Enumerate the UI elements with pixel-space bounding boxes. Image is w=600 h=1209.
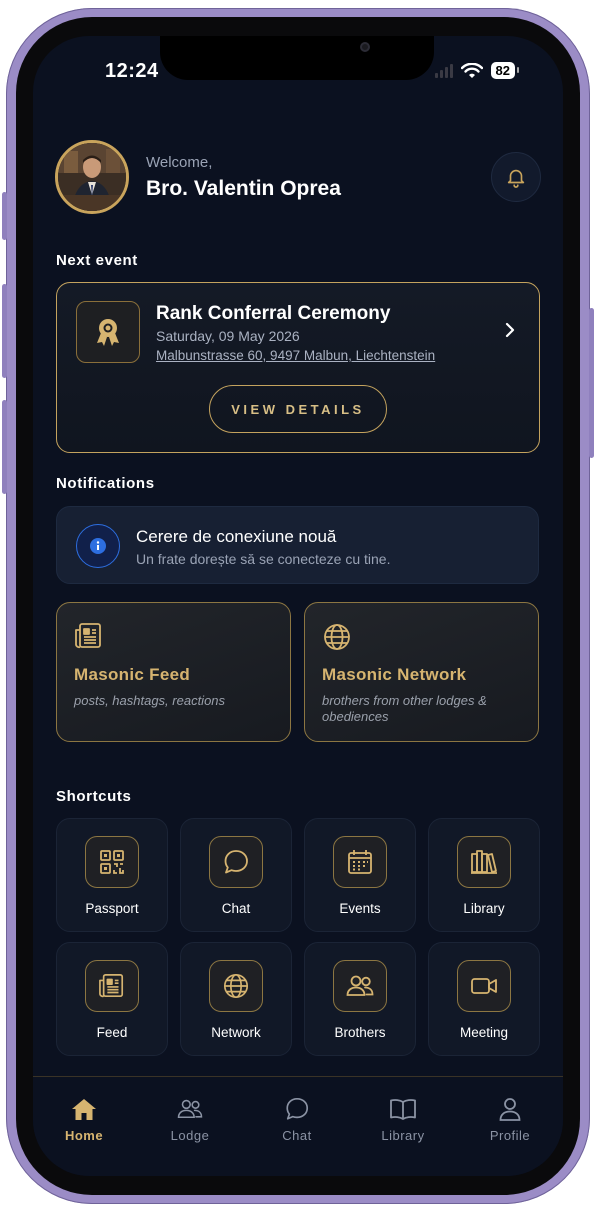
tab-lodge[interactable]: Lodge [145,1095,235,1143]
shortcut-label: Chat [221,901,251,916]
shortcut-brothers[interactable]: Brothers [304,942,416,1056]
shortcut-label: Meeting [459,1025,509,1040]
feature-subtitle: posts, hashtags, reactions [74,693,226,708]
notifications-title: Notifications [56,475,155,492]
shortcut-feed[interactable]: Feed [56,942,168,1056]
tab-label: Lodge [170,1128,210,1143]
feature-subtitle: brothers from other lodges & obediences [322,693,487,724]
chat-bubble-icon [252,1095,342,1123]
power-button [589,308,594,458]
shortcut-label: Library [463,901,505,916]
info-icon [76,524,120,568]
bottom-tab-bar: Home Lodge Chat Library Profile [33,1076,563,1176]
app-screen: 12:24 82 Welcome, Bro. Valentin Oprea Ne… [33,36,563,1176]
welcome-header: Welcome, Bro. Valentin Oprea [55,140,541,214]
chevron-right-icon[interactable] [503,321,517,344]
qr-code-icon [85,836,139,888]
tab-label: Library [381,1128,425,1143]
calendar-icon [333,836,387,888]
event-date: Saturday, 09 May 2026 [156,328,300,344]
video-camera-icon [457,960,511,1012]
feature-title: Masonic Feed [74,665,191,684]
camera-lens [360,42,370,52]
shortcut-label: Network [211,1025,261,1040]
next-event-title: Next event [56,252,138,269]
next-event-card[interactable]: Rank Conferral Ceremony Saturday, 09 May… [56,282,540,453]
award-ribbon-icon [97,319,119,346]
notification-item[interactable]: Cerere de conexiune nouă Un frate doreșt… [56,506,539,584]
person-icon [465,1095,555,1123]
tab-library[interactable]: Library [358,1095,448,1143]
shortcut-label: Feed [96,1025,128,1040]
shortcut-meeting[interactable]: Meeting [428,942,540,1056]
notification-text: Un frate dorește să se conecteze cu tine… [136,551,391,567]
shortcut-network[interactable]: Network [180,942,292,1056]
masonic-network-card[interactable]: Masonic Network brothers from other lodg… [304,602,539,742]
globe-icon [209,960,263,1012]
newspaper-icon [74,622,104,655]
home-icon [39,1095,129,1123]
tab-label: Profile [489,1128,531,1143]
globe-icon [322,622,352,657]
masonic-feed-card[interactable]: Masonic Feed posts, hashtags, reactions [56,602,291,742]
action-button [2,192,7,240]
shortcut-label: Brothers [334,1025,386,1040]
volume-down-button [2,400,7,494]
shortcut-chat[interactable]: Chat [180,818,292,932]
welcome-text: Welcome, [146,154,213,171]
dynamic-island [160,36,434,80]
shortcut-passport[interactable]: Passport [56,818,168,932]
avatar-photo [58,143,126,211]
volume-up-button [2,284,7,378]
tab-home[interactable]: Home [39,1095,129,1143]
status-icons: 82 [434,62,520,79]
shortcuts-title: Shortcuts [56,788,132,805]
battery-indicator: 82 [490,62,520,79]
books-icon [457,836,511,888]
shortcut-label: Passport [85,901,139,916]
avatar[interactable] [55,140,129,214]
notification-title: Cerere de conexiune nouă [136,527,337,546]
tab-profile[interactable]: Profile [465,1095,555,1143]
user-name: Bro. Valentin Oprea [146,177,341,200]
event-title: Rank Conferral Ceremony [156,303,391,324]
event-address-link[interactable]: Malbunstrasse 60, 9497 Malbun, Liechtens… [156,348,435,363]
event-badge-tile [76,301,140,363]
tab-label: Chat [282,1128,312,1143]
cellular-signal-icon [434,63,453,78]
notifications-button[interactable] [491,152,541,202]
newspaper-icon [85,960,139,1012]
group-icon [145,1095,235,1123]
chat-bubble-icon [209,836,263,888]
tab-label: Home [64,1128,104,1143]
view-details-button[interactable]: VIEW DETAILS [209,385,387,433]
shortcut-library[interactable]: Library [428,818,540,932]
book-open-icon [358,1095,448,1123]
feature-title: Masonic Network [322,665,467,684]
shortcut-label: Events [339,901,381,916]
shortcut-events[interactable]: Events [304,818,416,932]
users-icon [333,960,387,1012]
wifi-icon [460,62,483,78]
status-time: 12:24 [105,60,159,82]
bell-icon [507,169,525,188]
tab-chat[interactable]: Chat [252,1095,342,1143]
